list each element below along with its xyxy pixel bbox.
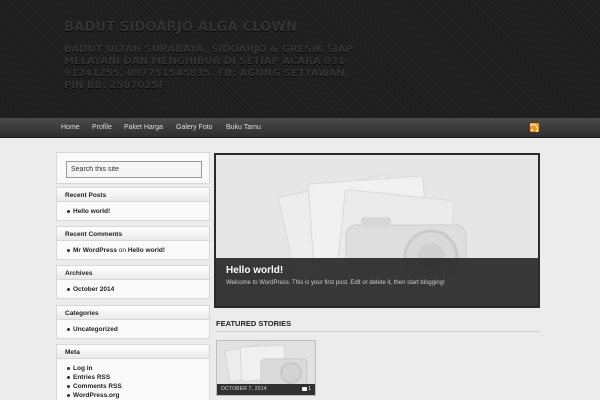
- comment-icon: [302, 386, 308, 391]
- main-nav: Home Profile Paket Harga Galery Foto Buk…: [0, 118, 600, 138]
- widget-title: Recent Posts: [57, 188, 209, 202]
- slider-post-title[interactable]: Hello world!: [226, 265, 283, 276]
- meta-widget: Meta Log in Entries RSS Comments RSS Wor…: [56, 344, 210, 400]
- site-header: BADUT SIDOARJO ALGA CLOWN BADUT ULTAH SU…: [0, 0, 600, 118]
- recent-comments-widget: Recent Comments Mr WordPress on Hello wo…: [56, 226, 210, 260]
- widget-title: Recent Comments: [57, 227, 209, 241]
- bullet-icon: [67, 209, 70, 213]
- recent-posts-widget: Recent Posts Hello world!: [56, 187, 210, 221]
- meta-link-login[interactable]: Log in: [73, 365, 93, 372]
- widget-title: Meta: [57, 345, 209, 359]
- comment-on-text: on: [118, 247, 126, 254]
- bullet-icon: [67, 375, 70, 379]
- meta-link-wordpress[interactable]: WordPress.org: [73, 392, 119, 399]
- site-title[interactable]: BADUT SIDOARJO ALGA CLOWN: [64, 20, 297, 35]
- bullet-icon: [67, 327, 70, 331]
- archives-widget: Archives October 2014: [56, 265, 210, 299]
- search-input[interactable]: [66, 161, 202, 178]
- list-item[interactable]: Hello world!: [67, 207, 209, 216]
- nav-item-buku-tamu[interactable]: Buku Tamu: [226, 124, 261, 131]
- featured-stories-heading: FEATURED STORIES: [216, 319, 292, 328]
- divider: [216, 331, 540, 332]
- recent-post-link[interactable]: Hello world!: [73, 208, 110, 215]
- slider-caption: Hello world! Welcome to WordPress. This …: [216, 258, 538, 306]
- story-meta-bar: OCTOBER 7, 2014 1: [217, 384, 315, 395]
- list-item[interactable]: October 2014: [67, 285, 209, 294]
- nav-item-profile[interactable]: Profile: [92, 124, 112, 131]
- archive-link[interactable]: October 2014: [73, 286, 114, 293]
- comment-author-link[interactable]: Mr WordPress: [73, 247, 117, 254]
- list-item[interactable]: Comments RSS: [67, 382, 209, 391]
- nav-item-home[interactable]: Home: [61, 124, 80, 131]
- list-item: Mr WordPress on Hello world!: [67, 246, 209, 255]
- slider-post-excerpt: Welcome to WordPress. This is your first…: [226, 280, 445, 286]
- list-item[interactable]: Log in: [67, 364, 209, 373]
- meta-link-comments-rss[interactable]: Comments RSS: [73, 383, 122, 390]
- widget-title: Categories: [57, 306, 209, 320]
- comment-count: 1: [308, 386, 311, 392]
- story-date: OCTOBER 7, 2014: [221, 386, 267, 392]
- widget-title: Archives: [57, 266, 209, 280]
- bullet-icon: [67, 248, 70, 252]
- bullet-icon: [67, 287, 70, 291]
- rss-icon[interactable]: [530, 123, 539, 132]
- featured-story-card[interactable]: OCTOBER 7, 2014 1: [216, 340, 316, 396]
- site-description: BADUT ULTAH SURABAYA, SIDOARJO & GRESIK …: [64, 44, 353, 91]
- story-comments-count[interactable]: 1: [302, 386, 311, 392]
- comment-post-link[interactable]: Hello world!: [128, 247, 165, 254]
- nav-item-paket-harga[interactable]: Paket Harga: [124, 124, 163, 131]
- bullet-icon: [67, 393, 70, 397]
- meta-link-entries-rss[interactable]: Entries RSS: [73, 374, 110, 381]
- list-item[interactable]: Uncategorized: [67, 325, 209, 334]
- bullet-icon: [67, 384, 70, 388]
- featured-slider[interactable]: Hello world! Welcome to WordPress. This …: [214, 153, 540, 308]
- categories-widget: Categories Uncategorized: [56, 305, 210, 339]
- list-item[interactable]: Entries RSS: [67, 373, 209, 382]
- list-item[interactable]: WordPress.org: [67, 391, 209, 400]
- category-link[interactable]: Uncategorized: [73, 326, 118, 333]
- search-widget: [56, 152, 210, 184]
- nav-item-galery-foto[interactable]: Galery Foto: [176, 124, 213, 131]
- bullet-icon: [67, 366, 70, 370]
